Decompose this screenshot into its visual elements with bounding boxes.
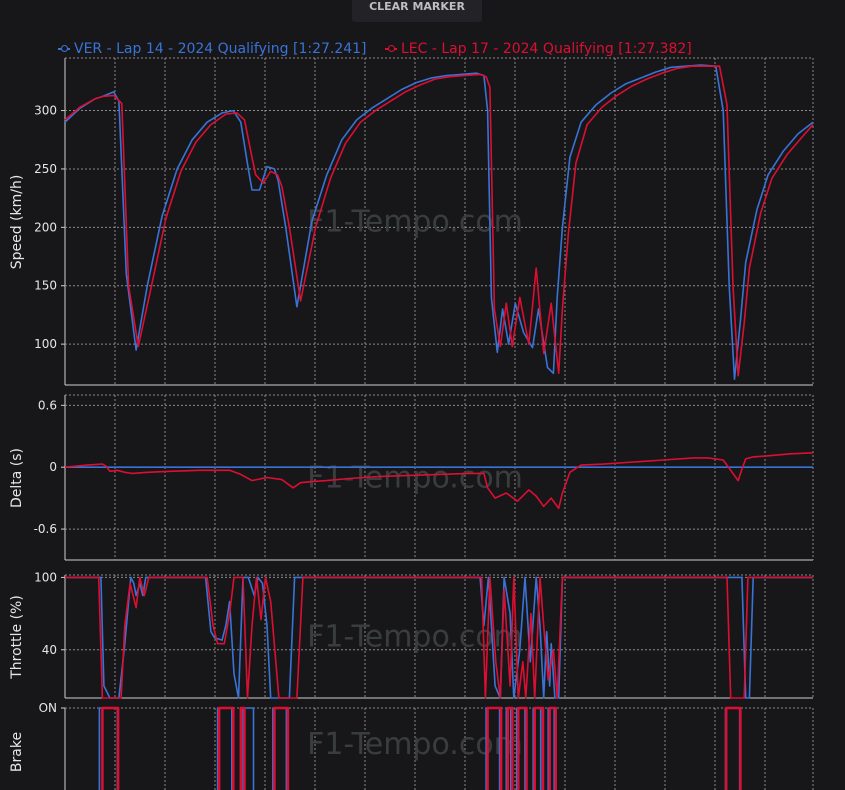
y-tick-label: 250 [34, 162, 57, 176]
y-tick-label: 0 [49, 460, 57, 474]
watermark-text: F1-Tempo.com [307, 461, 523, 496]
y-tick-label: 100 [34, 570, 57, 584]
y-axis-title: Delta (s) [9, 448, 25, 508]
y-tick-label: -0.6 [34, 522, 57, 536]
y-tick-label: 0.6 [38, 398, 57, 412]
y-tick-label: 150 [34, 279, 57, 293]
y-tick-label: 100 [34, 337, 57, 351]
telemetry-charts[interactable]: 100 150 200 250 300 Speed (km/h) F1-Tempo.com -… [0, 0, 845, 790]
y-tick-label: ON [39, 701, 57, 715]
y-tick-label: 300 [34, 104, 57, 118]
watermark-text: F1-Tempo.com [307, 727, 523, 762]
y-tick-label: 200 [34, 220, 57, 234]
y-axis-title: Brake [9, 732, 25, 772]
y-axis-title: Speed (km/h) [9, 175, 25, 270]
y-axis-title: Throttle (%) [9, 595, 25, 680]
y-tick-label: 40 [42, 643, 57, 657]
